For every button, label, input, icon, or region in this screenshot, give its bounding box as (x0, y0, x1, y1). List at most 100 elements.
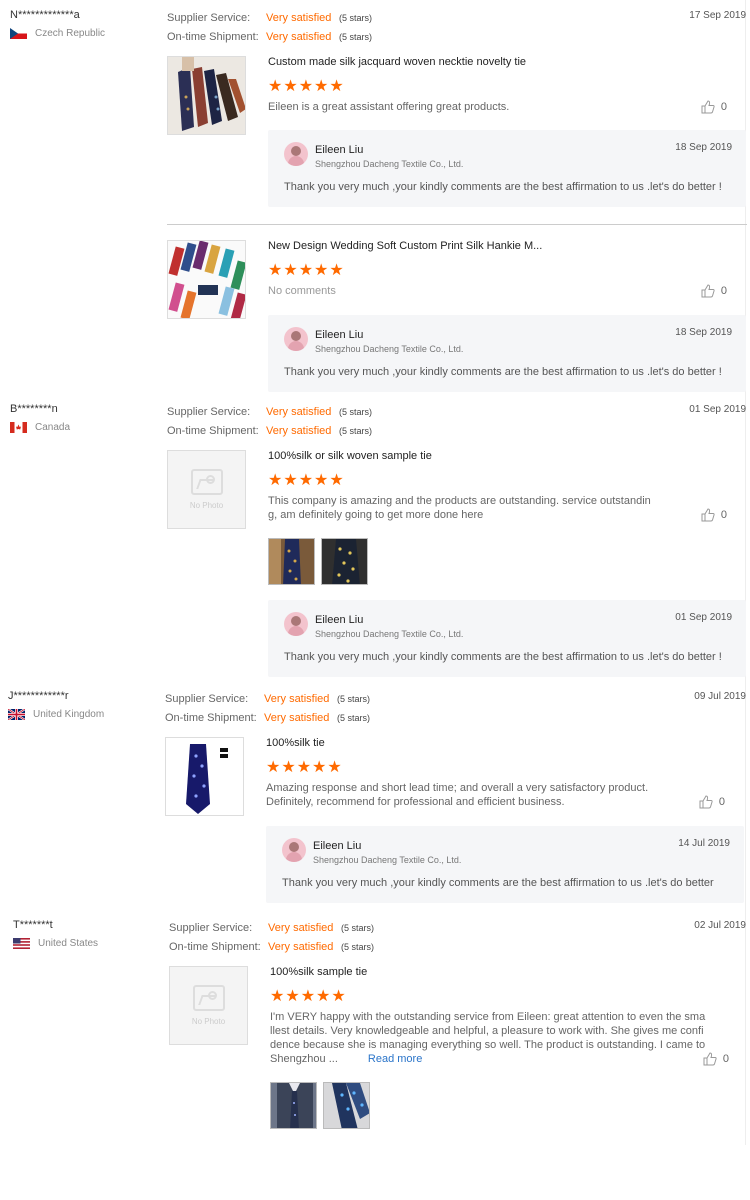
country-name: United Kingdom (33, 709, 105, 720)
product-star-rating: ★★★★★ (268, 472, 345, 489)
product-divider (167, 224, 747, 225)
product-review: No Photo 100%silk or silk woven sample t… (167, 450, 747, 680)
product-star-rating: ★★★★★ (270, 988, 347, 1005)
buyer-name: T*******t (13, 919, 53, 931)
like-count: 0 (720, 285, 727, 297)
comment-line: llest details. Very knowledgeable and he… (270, 1025, 704, 1037)
shipment-value: Very satisfied (266, 424, 332, 437)
country-name: Canada (35, 422, 71, 433)
product-thumbnail[interactable] (167, 240, 246, 319)
supplier-reply: Eileen Liu Shengzhou Dacheng Textile Co.… (268, 130, 746, 207)
thumbs-up-icon (699, 795, 713, 809)
like-button[interactable]: 0 (699, 795, 725, 809)
us-flag-icon (13, 938, 30, 949)
supplier-service-stars: (5 stars) (341, 922, 375, 933)
review-date: 09 Jul 2019 (694, 691, 746, 702)
shipment-value: Very satisfied (264, 711, 330, 724)
comment-line: g, am definitely going to get more done … (268, 509, 484, 521)
shipment-value: Very satisfied (266, 30, 332, 43)
reply-date: 18 Sep 2019 (675, 142, 732, 153)
comment-line: Definitely, recommend for professional a… (266, 796, 565, 808)
image-placeholder-icon (190, 469, 223, 495)
buyer-country: Canada (10, 422, 70, 433)
comment-line: Shengzhou ... Read more (270, 1052, 710, 1066)
product-name[interactable]: 100%silk tie (266, 737, 325, 749)
thumbs-up-icon (703, 1052, 717, 1066)
like-button[interactable]: 0 (703, 1052, 729, 1066)
supplier-service-label: Supplier Service: (169, 921, 253, 934)
supplier-service-stars: (5 stars) (339, 406, 373, 417)
no-photo-placeholder: No Photo (169, 966, 248, 1045)
reply-date: 18 Sep 2019 (675, 327, 732, 338)
review-photo[interactable] (321, 538, 368, 585)
review-images (270, 1082, 370, 1129)
reply-company: Shengzhou Dacheng Textile Co., Ltd. (315, 344, 464, 354)
buyer-info: T*******t United States (13, 918, 98, 949)
review-photo[interactable] (323, 1082, 370, 1129)
thumbs-up-icon (701, 508, 715, 522)
shipment-label: On-time Shipment: (167, 424, 259, 437)
supplier-avatar (284, 142, 308, 166)
shipment-label: On-time Shipment: (169, 940, 261, 953)
comment-line: This company is amazing and the products… (268, 495, 651, 507)
read-more-link[interactable]: Read more (368, 1053, 422, 1065)
canada-flag-icon (10, 422, 27, 433)
buyer-country: United States (13, 938, 98, 949)
review-date: 17 Sep 2019 (689, 10, 746, 21)
supplier-ratings: Supplier Service: Very satisfied (5 star… (165, 689, 370, 727)
supplier-avatar (284, 612, 308, 636)
product-name[interactable]: 100%silk or silk woven sample tie (268, 450, 432, 462)
review-photo[interactable] (270, 1082, 317, 1129)
thumbs-up-icon (701, 100, 715, 114)
product-review: New Design Wedding Soft Custom Print Sil… (167, 240, 747, 400)
reply-text: Thank you very much ,your kindly comment… (284, 651, 722, 663)
product-name[interactable]: Custom made silk jacquard woven necktie … (268, 56, 526, 68)
review-photo[interactable] (268, 538, 315, 585)
shipment-stars: (5 stars) (341, 941, 375, 952)
review-comment: No comments (268, 285, 336, 297)
buyer-info: N*************a Czech Republic (10, 8, 105, 39)
shipment-stars: (5 stars) (339, 31, 373, 42)
reply-company: Shengzhou Dacheng Textile Co., Ltd. (315, 629, 464, 639)
review-date: 01 Sep 2019 (689, 404, 746, 415)
supplier-service-value: Very satisfied (264, 692, 330, 705)
buyer-name: N*************a (10, 9, 80, 21)
shipment-value: Very satisfied (268, 940, 334, 953)
reply-author: Eileen Liu (313, 840, 362, 852)
reply-date: 01 Sep 2019 (675, 612, 732, 623)
product-thumbnail[interactable] (165, 737, 244, 816)
supplier-reply: Eileen Liu Shengzhou Dacheng Textile Co.… (266, 826, 744, 903)
reply-author: Eileen Liu (315, 614, 364, 626)
reply-author: Eileen Liu (315, 329, 364, 341)
reply-company: Shengzhou Dacheng Textile Co., Ltd. (315, 159, 464, 169)
product-thumbnail[interactable] (167, 56, 246, 135)
shipment-label: On-time Shipment: (167, 30, 259, 43)
product-name[interactable]: 100%silk sample tie (270, 966, 367, 978)
like-button[interactable]: 0 (701, 508, 727, 522)
product-star-rating: ★★★★★ (268, 262, 345, 279)
review-comment: Eileen is a great assistant offering gre… (268, 101, 510, 113)
like-button[interactable]: 0 (701, 284, 727, 298)
supplier-avatar (284, 327, 308, 351)
uk-flag-icon (8, 709, 25, 720)
no-photo-label: No Photo (189, 501, 224, 510)
supplier-ratings: Supplier Service: Very satisfied (5 star… (167, 402, 372, 440)
review-comment: This company is amazing and the products… (268, 494, 660, 522)
supplier-service-stars: (5 stars) (339, 12, 373, 23)
buyer-info: B********n Canada (10, 402, 70, 433)
supplier-service-label: Supplier Service: (167, 405, 251, 418)
comment-line: Amazing response and short lead time; an… (266, 782, 649, 794)
no-photo-label: No Photo (191, 1017, 226, 1026)
no-photo-placeholder: No Photo (167, 450, 246, 529)
reply-company: Shengzhou Dacheng Textile Co., Ltd. (313, 855, 462, 865)
like-button[interactable]: 0 (701, 100, 727, 114)
review-comment: Amazing response and short lead time; an… (266, 781, 686, 809)
like-count: 0 (718, 796, 725, 808)
review-date: 02 Jul 2019 (694, 920, 746, 931)
review-images (268, 538, 368, 585)
product-star-rating: ★★★★★ (266, 759, 343, 776)
product-name[interactable]: New Design Wedding Soft Custom Print Sil… (268, 240, 542, 252)
buyer-country: Czech Republic (10, 28, 105, 39)
reply-text: Thank you very much ,your kindly comment… (282, 877, 714, 889)
country-name: United States (38, 938, 99, 949)
